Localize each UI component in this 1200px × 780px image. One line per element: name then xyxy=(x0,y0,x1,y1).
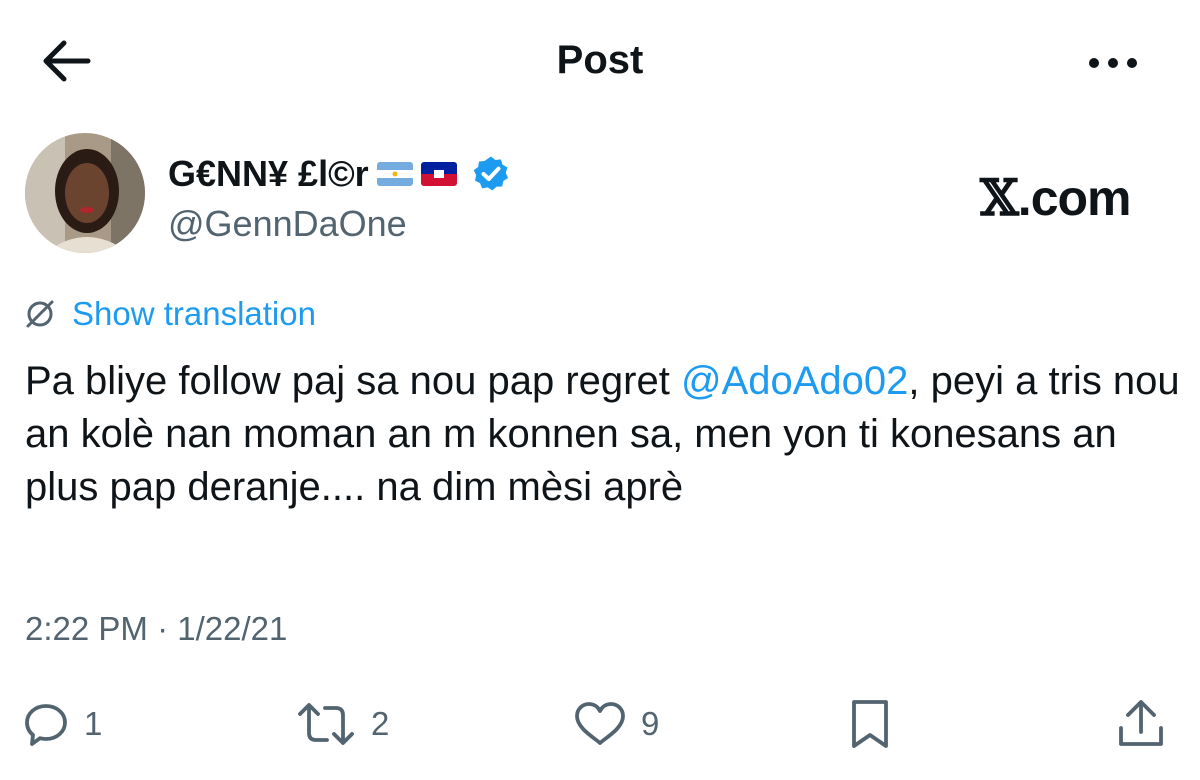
author-name[interactable]: G€NN¥ £l©r xyxy=(168,153,369,195)
author-handle[interactable]: @GennDaOne xyxy=(168,203,407,245)
reply-icon xyxy=(25,704,67,746)
translate-icon xyxy=(26,300,54,328)
verified-badge-icon xyxy=(473,156,508,191)
reply-button[interactable]: 1 xyxy=(22,696,102,752)
haiti-flag-icon xyxy=(420,162,457,186)
show-translation-label: Show translation xyxy=(72,295,316,332)
bookmark-icon xyxy=(852,700,888,748)
x-logo-glyph: 𝕏 xyxy=(980,168,1019,227)
bookmark-button[interactable] xyxy=(848,696,892,752)
argentina-flag-icon xyxy=(376,162,413,186)
repost-icon xyxy=(298,703,354,745)
like-count: 9 xyxy=(641,705,660,742)
repost-button[interactable]: 2 xyxy=(295,696,389,752)
avatar[interactable] xyxy=(25,133,145,253)
share-button[interactable] xyxy=(1116,696,1166,752)
post-text-part-1: Pa bliye follow paj sa nou pap regret xyxy=(25,359,681,403)
site-watermark-suffix: .com xyxy=(1017,170,1132,226)
like-icon xyxy=(575,702,625,745)
mention-link[interactable]: @AdoAdo02 xyxy=(681,359,908,403)
share-icon xyxy=(1119,700,1163,746)
repost-count: 2 xyxy=(371,705,390,742)
avatar-image xyxy=(25,133,145,253)
author-name-row: G€NN¥ £l©r xyxy=(168,150,511,198)
back-arrow-icon xyxy=(43,40,91,82)
page-title: Post xyxy=(556,38,644,82)
more-icon xyxy=(1089,58,1137,68)
like-button[interactable]: 9 xyxy=(573,696,659,752)
reply-count: 1 xyxy=(84,705,103,742)
more-button[interactable] xyxy=(1084,48,1144,78)
back-button[interactable] xyxy=(40,38,92,84)
show-translation-link[interactable]: Show translation xyxy=(22,295,316,333)
post-text: Pa bliye follow paj sa nou pap regret @A… xyxy=(25,355,1185,514)
post-timestamp[interactable]: 2:22 PM · 1/22/21 xyxy=(25,610,287,648)
site-watermark: 𝕏.com xyxy=(980,168,1131,227)
